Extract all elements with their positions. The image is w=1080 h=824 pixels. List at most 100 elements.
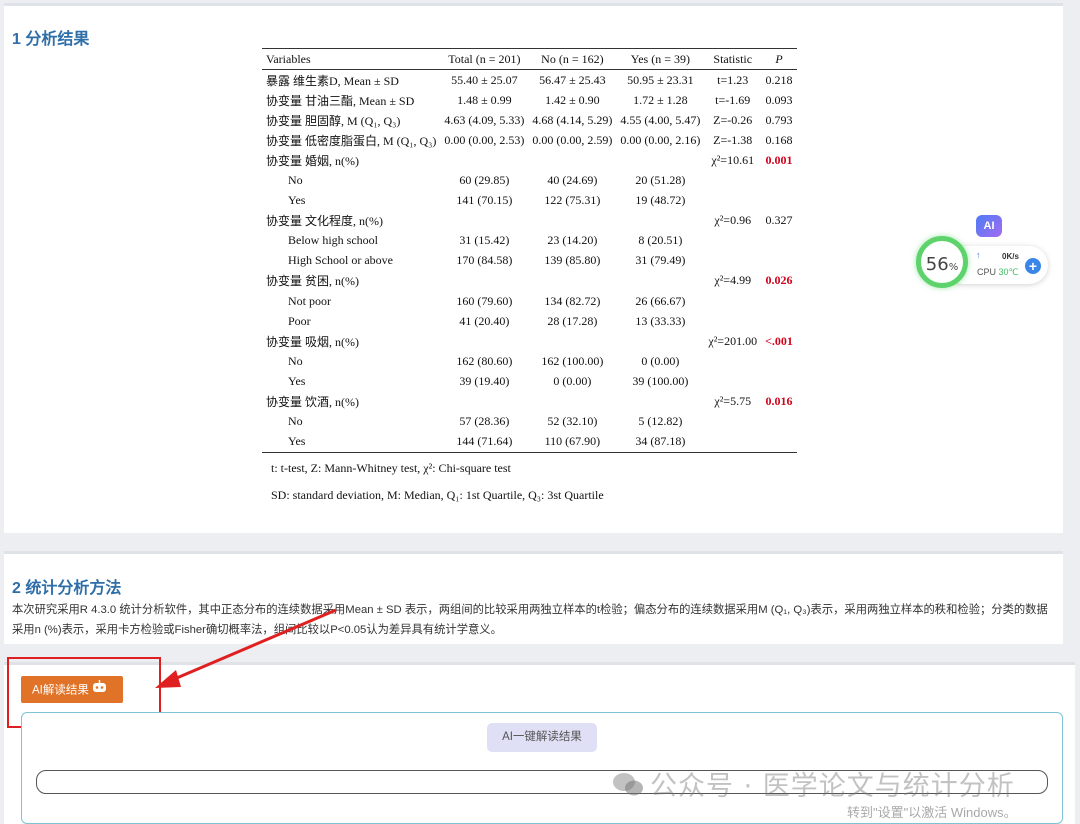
cell-no: 23 (14.20) — [547, 233, 598, 248]
cell-no: 134 (82.72) — [544, 293, 601, 308]
memory-usage-ring[interactable]: 56% — [916, 236, 968, 288]
cell-variable: No — [288, 353, 303, 368]
cell-total: 141 (70.15) — [456, 193, 513, 208]
cell-p — [761, 371, 797, 391]
col-variables: Variables — [266, 51, 311, 66]
table-row: No 60 (29.85) 40 (24.69) 20 (51.28) — [262, 170, 797, 190]
cell-yes: 19 (48.72) — [635, 193, 686, 208]
cell-total — [440, 150, 528, 170]
cell-total: 60 (29.85) — [459, 173, 510, 188]
cpu-temp-value: 30℃ — [998, 267, 1019, 277]
cell-yes — [616, 331, 704, 351]
cell-p — [761, 351, 797, 371]
cell-total: 0.00 (0.00, 2.53) — [444, 132, 525, 147]
cell-statistic: χ²=4.99 — [714, 273, 752, 288]
table-footnote-abbrev: SD: standard deviation, M: Median, Q₁: 1… — [271, 488, 604, 502]
table-row: Yes 144 (71.64) 110 (67.90) 34 (87.18) — [262, 432, 797, 453]
windows-activation-notice: 转到"设置"以激活 Windows。 — [847, 805, 1017, 820]
cell-p — [761, 412, 797, 432]
cell-total: 57 (28.36) — [459, 414, 510, 429]
cell-total: 41 (20.40) — [459, 313, 510, 328]
cell-yes: 8 (20.51) — [638, 233, 683, 248]
table-row: High School or above 170 (84.58) 139 (85.8… — [262, 251, 797, 271]
cell-no: 0 (0.00) — [553, 373, 592, 388]
wechat-icon — [612, 771, 644, 804]
cell-statistic: χ²=201.00 — [708, 333, 758, 348]
cell-statistic: Z=-1.38 — [713, 132, 753, 147]
cell-no — [528, 211, 616, 231]
cpu-label: CPU — [977, 267, 997, 277]
cell-statistic — [704, 291, 761, 311]
table-row: Not poor 160 (79.60) 134 (82.72) 26 (66.67) — [262, 291, 797, 311]
cell-variable: Not poor — [288, 293, 331, 308]
table-row: 暴露 维生素D, Mean ± SD 55.40 ± 25.07 56.47 ± 2… — [262, 70, 797, 91]
ai-badge[interactable]: AI — [976, 215, 1002, 237]
cell-no: 40 (24.69) — [547, 173, 598, 188]
cell-p — [761, 311, 797, 331]
cell-yes — [616, 150, 704, 170]
cell-statistic: t=-1.69 — [715, 92, 751, 107]
col-total: Total (n = 201) — [448, 51, 521, 66]
ai-read-results-button[interactable]: AI解读结果 — [21, 676, 123, 703]
table-row: 协变量 饮酒, n(%) χ²=5.75 0.016 — [262, 392, 797, 412]
cell-no — [528, 331, 616, 351]
table-row: No 57 (28.36) 52 (32.10) 5 (12.82) — [262, 412, 797, 432]
table-body: 暴露 维生素D, Mean ± SD 55.40 ± 25.07 56.47 ± 2… — [262, 70, 797, 453]
methods-panel: 2 统计分析方法 本次研究采用R 4.3.0 统计分析软件，其中正态分布的连续数… — [4, 551, 1063, 644]
methods-paragraph: 本次研究采用R 4.3.0 统计分析软件，其中正态分布的连续数据采用Mean ±… — [12, 604, 1048, 636]
cell-yes: 31 (79.49) — [635, 253, 686, 268]
cell-no: 139 (85.80) — [544, 253, 601, 268]
cell-total: 39 (19.40) — [459, 373, 510, 388]
baseline-table: Variables Total (n = 201) No (n = 162) Y… — [262, 48, 797, 453]
cell-no: 122 (75.31) — [544, 193, 601, 208]
cell-total: 170 (84.58) — [456, 253, 513, 268]
cell-no: 28 (17.28) — [547, 313, 598, 328]
cell-no: 0.00 (0.00, 2.59) — [532, 132, 613, 147]
cell-p: 0.793 — [765, 112, 793, 127]
cell-p: 0.093 — [765, 92, 793, 107]
table-header-row: Variables Total (n = 201) No (n = 162) Y… — [262, 48, 797, 70]
col-no: No (n = 162) — [541, 51, 604, 66]
cell-statistic — [704, 371, 761, 391]
cell-p — [761, 291, 797, 311]
cell-p: 0.327 — [765, 213, 793, 228]
memory-usage-value: 56% — [921, 254, 963, 275]
cell-yes — [616, 271, 704, 291]
ai-one-click-button[interactable]: AI一键解读结果 — [487, 723, 597, 752]
table-row: 协变量 低密度脂蛋白, M (Q₁, Q₃) 0.00 (0.00, 2.53) 0… — [262, 130, 797, 150]
cell-yes: 39 (100.00) — [632, 373, 689, 388]
cell-variable: No — [288, 414, 303, 429]
cell-total — [440, 392, 528, 412]
cell-statistic — [704, 351, 761, 371]
memory-usage-unit: % — [948, 262, 959, 273]
cell-variable: 协变量 甘油三酯, Mean ± SD — [266, 93, 415, 108]
table-row: 协变量 甘油三酯, Mean ± SD 1.48 ± 0.99 1.42 ± 0.9… — [262, 90, 797, 110]
watermark: 公众号 · 医学论文与统计分析 — [612, 764, 1015, 804]
watermark-text: 公众号 · 医学论文与统计分析 — [650, 771, 1015, 802]
cell-variable: Yes — [288, 373, 306, 388]
cell-yes: 0.00 (0.00, 2.16) — [620, 132, 701, 147]
cell-variable: 协变量 低密度脂蛋白, M (Q₁, Q₃) — [266, 133, 437, 148]
cell-total: 144 (71.64) — [456, 434, 513, 449]
col-p: P — [775, 51, 783, 66]
cpu-temperature: CPU 30℃ — [977, 267, 1019, 278]
cell-yes: 26 (66.67) — [635, 293, 686, 308]
cell-variable: 协变量 婚姻, n(%) — [266, 153, 359, 168]
cell-total — [440, 211, 528, 231]
cell-no: 4.68 (4.14, 5.29) — [532, 112, 613, 127]
plus-icon[interactable]: + — [1025, 258, 1041, 274]
cell-p — [761, 231, 797, 251]
cell-yes: 20 (51.28) — [635, 173, 686, 188]
cell-p — [761, 170, 797, 190]
table-row: Yes 141 (70.15) 122 (75.31) 19 (48.72) — [262, 191, 797, 211]
table-row: 协变量 吸烟, n(%) χ²=201.00 <.001 — [262, 331, 797, 351]
cell-variable: Poor — [288, 313, 311, 328]
table-row: 协变量 贫困, n(%) χ²=4.99 0.026 — [262, 271, 797, 291]
table-row: 协变量 婚姻, n(%) χ²=10.61 0.001 — [262, 150, 797, 170]
cell-p — [761, 432, 797, 453]
cell-total: 1.48 ± 0.99 — [457, 92, 512, 107]
col-yes: Yes (n = 39) — [630, 51, 690, 66]
cell-statistic — [704, 170, 761, 190]
cell-statistic: t=1.23 — [717, 72, 749, 87]
cell-total — [440, 331, 528, 351]
